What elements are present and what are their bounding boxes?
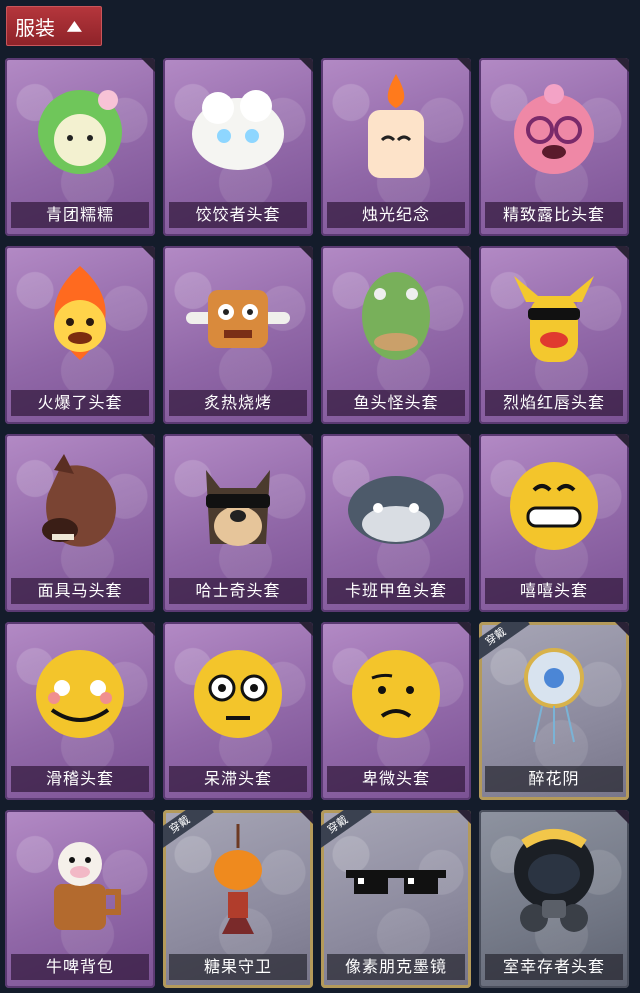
- costume-card[interactable]: 精致露比头套: [479, 58, 629, 236]
- costume-name: 面具马头套: [11, 578, 149, 604]
- pink-pig-mask-icon: [479, 58, 629, 198]
- costume-name: 青团糯糯: [11, 202, 149, 228]
- costume-name: 饺饺者头套: [169, 202, 307, 228]
- costume-card[interactable]: 牛啤背包: [5, 810, 155, 988]
- costume-card[interactable]: 炙热烧烤: [163, 246, 313, 424]
- costume-category-button[interactable]: 服装 ▲: [6, 6, 102, 46]
- costume-card[interactable]: 面具马头套: [5, 434, 155, 612]
- costume-card[interactable]: 穿戴 像素朋克墨镜: [321, 810, 471, 988]
- costume-card[interactable]: 嘻嘻头套: [479, 434, 629, 612]
- costume-card[interactable]: 呆滞头套: [163, 622, 313, 800]
- costume-name: 精致露比头套: [485, 202, 623, 228]
- costume-name: 糖果守卫: [169, 954, 307, 980]
- grin-emoji-mask-icon: [479, 434, 629, 574]
- turtle-mask-icon: [321, 434, 471, 574]
- costume-name: 像素朋克墨镜: [327, 954, 465, 980]
- dumpling-mask-icon: [163, 58, 313, 198]
- costume-card[interactable]: 火爆了头套: [5, 246, 155, 424]
- smirk-emoji-mask-icon: [5, 622, 155, 762]
- costume-name: 醉花阴: [485, 766, 623, 792]
- costume-name: 滑稽头套: [11, 766, 149, 792]
- gas-mask-icon: [479, 810, 629, 950]
- costume-card[interactable]: 鱼头怪头套: [321, 246, 471, 424]
- costume-card[interactable]: 穿戴 糖果守卫: [163, 810, 313, 988]
- candle-mask-icon: [321, 58, 471, 198]
- fish-head-mask-icon: [321, 246, 471, 386]
- costume-card[interactable]: 穿戴 醉花阴: [479, 622, 629, 800]
- costume-name: 哈士奇头套: [169, 578, 307, 604]
- costume-name: 烈焰红唇头套: [485, 390, 623, 416]
- cow-beer-backpack-icon: [5, 810, 155, 950]
- costume-grid: 青团糯糯 饺饺者头套 烛光纪念 精致露比头套火爆了头套 炙热烧烤 鱼头怪头套 烈焰红唇头套面…: [5, 58, 635, 988]
- fire-mask-icon: [5, 246, 155, 386]
- costume-name: 火爆了头套: [11, 390, 149, 416]
- category-label: 服装: [15, 15, 55, 40]
- costume-card[interactable]: 青团糯糯: [5, 58, 155, 236]
- yellow-lips-mask-icon: [479, 246, 629, 386]
- costume-card[interactable]: 滑稽头套: [5, 622, 155, 800]
- chevron-up-icon: ▲: [66, 18, 82, 34]
- costume-card[interactable]: 饺饺者头套: [163, 58, 313, 236]
- costume-card[interactable]: 哈士奇头套: [163, 434, 313, 612]
- costume-name: 鱼头怪头套: [327, 390, 465, 416]
- costume-name: 烛光纪念: [327, 202, 465, 228]
- husky-mask-icon: [163, 434, 313, 574]
- costume-card[interactable]: 室幸存者头套: [479, 810, 629, 988]
- costume-name: 呆滞头套: [169, 766, 307, 792]
- costume-card[interactable]: 烛光纪念: [321, 58, 471, 236]
- costume-name: 牛啤背包: [11, 954, 149, 980]
- horse-mask-icon: [5, 434, 155, 574]
- humble-emoji-mask-icon: [321, 622, 471, 762]
- costume-name: 卡班甲鱼头套: [327, 578, 465, 604]
- costume-card[interactable]: 卑微头套: [321, 622, 471, 800]
- costume-card[interactable]: 卡班甲鱼头套: [321, 434, 471, 612]
- stunned-emoji-mask-icon: [163, 622, 313, 762]
- costume-card[interactable]: 烈焰红唇头套: [479, 246, 629, 424]
- costume-name: 室幸存者头套: [485, 954, 623, 980]
- costume-name: 炙热烧烤: [169, 390, 307, 416]
- costume-name: 嘻嘻头套: [485, 578, 623, 604]
- costume-name: 卑微头套: [327, 766, 465, 792]
- bbq-mask-icon: [163, 246, 313, 386]
- green-ball-mask-icon: [5, 58, 155, 198]
